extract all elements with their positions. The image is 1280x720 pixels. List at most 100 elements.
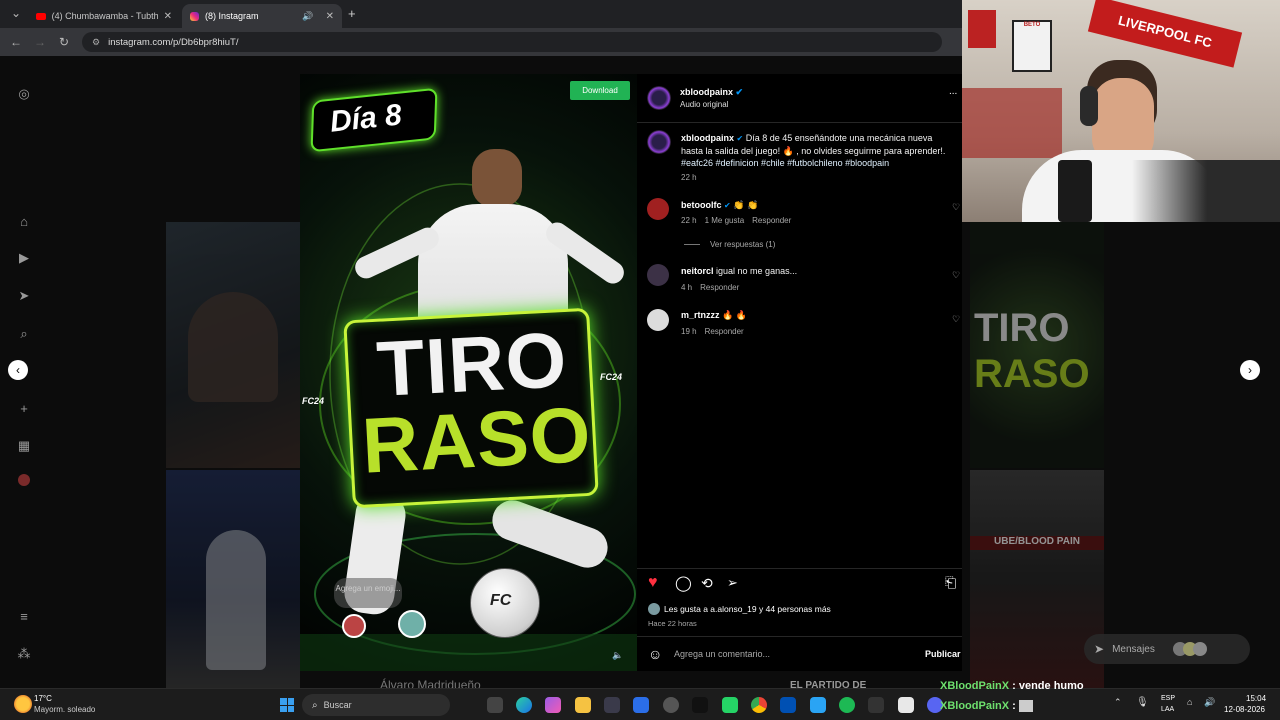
close-icon[interactable]: ✕ bbox=[164, 11, 172, 22]
player-head bbox=[472, 149, 522, 207]
weather-desc[interactable]: Mayorm. soleado bbox=[34, 705, 95, 714]
comment-like-icon[interactable]: ♡ bbox=[952, 202, 960, 213]
tab-list-button[interactable]: ⌄ bbox=[4, 6, 28, 20]
author-avatar[interactable] bbox=[647, 86, 671, 110]
task-view-icon[interactable] bbox=[487, 697, 503, 713]
file-explorer-icon[interactable] bbox=[575, 697, 591, 713]
background-post-tile bbox=[166, 470, 300, 688]
author-username[interactable]: xbloodpainx ✔ bbox=[680, 87, 743, 98]
next-post-button[interactable]: › bbox=[1240, 360, 1260, 380]
share-icon[interactable]: ➢ bbox=[727, 575, 738, 591]
reply-button[interactable]: Responder bbox=[752, 216, 791, 225]
profile-avatar-icon[interactable] bbox=[18, 474, 30, 486]
comment-username[interactable]: betooolfc bbox=[681, 200, 722, 210]
outlook-icon[interactable] bbox=[633, 697, 649, 713]
clock-date[interactable]: 12-08-2026 bbox=[1224, 705, 1265, 714]
store-icon[interactable] bbox=[604, 697, 620, 713]
notepad-icon[interactable] bbox=[898, 697, 914, 713]
save-icon[interactable]: ⎗ bbox=[945, 574, 956, 591]
network-icon[interactable]: ⌂ bbox=[1187, 697, 1192, 707]
tray-overflow-icon[interactable]: ⌃ bbox=[1114, 697, 1122, 708]
tab-instagram[interactable]: (8) Instagram 🔊 ✕ bbox=[182, 4, 342, 28]
obs-icon[interactable] bbox=[868, 697, 884, 713]
chat-username: XBloodPainX bbox=[940, 700, 1010, 712]
comment-likes[interactable]: 1 Me gusta bbox=[705, 216, 745, 225]
tab-youtube[interactable]: (4) Chumbawamba - Tubthump ✕ bbox=[28, 4, 180, 28]
chrome-icon[interactable] bbox=[751, 697, 767, 713]
like-icon[interactable]: ♥ bbox=[648, 574, 658, 592]
caption-avatar[interactable] bbox=[647, 130, 671, 154]
speaker-icon[interactable]: 🔊 bbox=[302, 11, 313, 22]
site-info-icon[interactable]: ⚙ bbox=[92, 37, 100, 48]
download-button[interactable]: Download bbox=[570, 81, 630, 100]
comment-avatar[interactable] bbox=[647, 264, 669, 286]
apps-icon[interactable]: ⁂ bbox=[16, 646, 32, 662]
back-icon[interactable]: ← bbox=[4, 35, 28, 49]
windows-start-icon[interactable] bbox=[280, 698, 294, 712]
reply-button[interactable]: Responder bbox=[705, 327, 744, 336]
caption-text-block: xbloodpainx ✔ Día 8 de 45 enseñándote un… bbox=[681, 132, 955, 169]
url-field[interactable]: ⚙ instagram.com/p/Db6bpr8hiuT/ bbox=[82, 32, 942, 52]
menu-icon[interactable]: ≡ bbox=[16, 609, 32, 625]
weather-icon[interactable] bbox=[14, 695, 32, 713]
comment-username[interactable]: m_rtnzzz bbox=[681, 310, 720, 320]
messages-button[interactable]: ➤ Mensajes bbox=[1084, 634, 1250, 664]
language-indicator[interactable]: ESP bbox=[1161, 695, 1175, 702]
send-icon[interactable]: ➤ bbox=[16, 288, 32, 304]
comment-text: 🔥 🔥 bbox=[722, 310, 747, 320]
comment-avatar[interactable] bbox=[647, 198, 669, 220]
home-icon[interactable]: ⌂ bbox=[16, 214, 32, 230]
repost-icon[interactable]: ⟲ bbox=[701, 575, 713, 592]
comment-meta: 4 h Responder bbox=[681, 283, 739, 292]
wall-frame-text: BETO bbox=[1023, 22, 1041, 28]
app-icon[interactable] bbox=[780, 697, 796, 713]
previous-post-button[interactable]: ‹ bbox=[8, 360, 28, 380]
close-icon[interactable]: ✕ bbox=[326, 11, 334, 22]
comment-username[interactable]: neitorcl bbox=[681, 266, 714, 276]
comment-like-icon[interactable]: ♡ bbox=[952, 270, 960, 281]
reels-icon[interactable]: ▶ bbox=[16, 250, 32, 266]
comment-like-icon[interactable]: ♡ bbox=[952, 314, 960, 325]
comment-icon[interactable]: ◯ bbox=[675, 574, 692, 592]
copilot-icon[interactable] bbox=[545, 697, 561, 713]
more-options-icon[interactable]: ... bbox=[949, 86, 957, 97]
emoji-icon[interactable]: ☺ bbox=[648, 646, 662, 662]
weather-temp[interactable]: 17°C bbox=[34, 694, 52, 703]
instagram-logo-icon[interactable]: ◎ bbox=[16, 86, 32, 102]
audio-label[interactable]: Audio original bbox=[680, 100, 728, 109]
view-replies-button[interactable]: Ver respuestas (1) bbox=[710, 240, 775, 249]
search-icon[interactable]: ⌕ bbox=[16, 326, 32, 342]
clock-time[interactable]: 15:04 bbox=[1246, 694, 1266, 703]
settings-icon[interactable] bbox=[663, 697, 679, 713]
forward-icon[interactable]: → bbox=[28, 35, 52, 49]
new-tab-icon[interactable]: + bbox=[348, 6, 356, 21]
dashboard-icon[interactable]: ▦ bbox=[16, 438, 32, 454]
comment-avatar[interactable] bbox=[647, 309, 669, 331]
edge-icon[interactable] bbox=[516, 697, 532, 713]
publish-button[interactable]: Publicar bbox=[925, 649, 961, 659]
language-layout[interactable]: LAA bbox=[1161, 706, 1174, 713]
caption-username[interactable]: xbloodpainx bbox=[681, 133, 734, 143]
volume-icon[interactable]: 🔊 bbox=[1204, 697, 1215, 708]
reply-button[interactable]: Responder bbox=[700, 283, 739, 292]
taskbar-search[interactable]: ⌕ Buscar bbox=[302, 694, 450, 716]
fc-badge: FC24 bbox=[600, 372, 623, 382]
tiktok-icon[interactable] bbox=[692, 697, 708, 713]
app-icon[interactable] bbox=[810, 697, 826, 713]
whatsapp-icon[interactable] bbox=[722, 697, 738, 713]
reload-icon[interactable]: ↻ bbox=[52, 35, 76, 49]
comment-input[interactable]: Agrega un comentario... bbox=[674, 649, 770, 659]
wall-frame bbox=[968, 10, 996, 48]
background-tile-text: UBE/BLOOD PAIN bbox=[970, 536, 1104, 550]
create-icon[interactable]: + bbox=[16, 401, 32, 417]
ball-logo: FC bbox=[490, 592, 512, 609]
spotify-icon[interactable] bbox=[839, 697, 855, 713]
mute-icon[interactable]: 🔈 bbox=[612, 650, 623, 661]
likes-summary[interactable]: Les gusta a a.alonso_19 y 44 personas má… bbox=[664, 604, 831, 614]
comment-body: betooolfc ✔ 👏 👏 bbox=[681, 200, 758, 211]
post-media[interactable]: Día 8 TIRO RASO FC24 FC24 FC Agrega un e… bbox=[300, 74, 637, 671]
caption-hashtags[interactable]: #eafc26 #definicion #chile #futbolchilen… bbox=[681, 158, 889, 168]
author-name[interactable]: xbloodpainx bbox=[680, 87, 733, 97]
microphone-icon[interactable]: 🎙 bbox=[1136, 697, 1149, 708]
liker-avatar bbox=[648, 603, 660, 615]
